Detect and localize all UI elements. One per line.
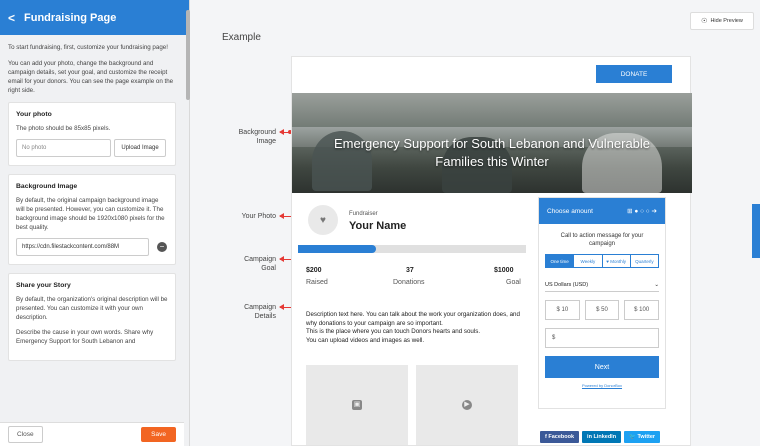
your-photo-desc: The photo should be 85x85 pixels. (16, 125, 111, 132)
goal-label: Goal (506, 279, 521, 286)
widget-header-title: Choose amount (547, 207, 593, 215)
heart-icon: ♥ (320, 214, 326, 226)
annotation-your-photo: Your Photo (241, 213, 276, 220)
custom-amount-input[interactable]: $ (545, 328, 659, 348)
frequency-selector: One time Weekly ♥ Monthly Quarterly (545, 254, 659, 268)
story-card: Share your Story By default, the organiz… (8, 273, 176, 361)
sidebar-title: Fundraising Page (24, 11, 117, 24)
main-area: ☉ Hide Preview Example Background Image … (196, 0, 760, 446)
frequency-one-time[interactable]: One time (546, 255, 575, 267)
hide-preview-button[interactable]: ☉ Hide Preview (690, 12, 754, 30)
raised-label: Raised (306, 279, 328, 286)
chevron-down-icon: ⌄ (654, 281, 659, 288)
annotation-campaign-goal: Campaign Goal (244, 256, 276, 272)
intro-detail-text: You can add your photo, change the backg… (8, 60, 174, 94)
raised-value: $200 (306, 267, 322, 274)
campaign-title-line-1: Emergency Support for South Lebanon and … (333, 136, 651, 151)
save-button[interactable]: Save (141, 427, 176, 442)
next-button[interactable]: Next (545, 356, 659, 378)
twitter-share-button[interactable]: 🐦 Twitter (624, 431, 661, 443)
background-url-row: https://cdn.filestackcontent.com/88M − (16, 238, 168, 256)
campaign-description: Description text here. You can talk abou… (306, 311, 520, 345)
sidebar-header: < Fundraising Page (0, 0, 189, 35)
page-preview: DONATE Emergency Support for South Leban… (291, 56, 692, 446)
widget-header: Choose amount ⊞ ● ○ ○ ➔ (539, 198, 665, 224)
amount-option[interactable]: $ 10 (545, 300, 580, 320)
image-icon: ▣ (352, 400, 362, 410)
donations-label: Donations (393, 279, 425, 286)
fundraiser-card: ♥ Fundraiser Your Name $200 Raised 37 Do… (298, 199, 526, 299)
currency-select[interactable]: US Dollars (USD) ⌄ (545, 278, 659, 292)
background-image-card: Background Image By default, the origina… (8, 174, 176, 265)
amount-options: $ 10 $ 50 $ 100 (545, 300, 660, 320)
social-share: f Facebook in LinkedIn 🐦 Twitter (540, 431, 661, 443)
story-title: Share your Story (16, 282, 71, 289)
image-placeholder[interactable]: ▣ (306, 365, 408, 445)
chevron-left-icon[interactable]: < (8, 11, 15, 25)
background-url-input[interactable]: https://cdn.filestackcontent.com/88M (16, 238, 149, 256)
call-to-action-text: Call to action message for your campaign (560, 233, 644, 247)
annotation-background-image: Background Image (238, 129, 276, 145)
frequency-weekly[interactable]: Weekly (574, 255, 603, 267)
donate-button[interactable]: DONATE (596, 65, 672, 83)
amount-option[interactable]: $ 100 (624, 300, 660, 320)
facebook-share-button[interactable]: f Facebook (540, 431, 580, 443)
play-icon: ▶ (462, 400, 472, 410)
hero-background-image: Emergency Support for South Lebanon and … (292, 93, 692, 193)
campaign-title: Emergency Support for South Lebanon and … (292, 135, 692, 171)
your-photo-title: Your photo (16, 111, 52, 118)
annotation-arrow (279, 129, 292, 135)
story-desc-2: Describe the cause in your own words. Sh… (16, 329, 154, 345)
minus-circle-icon[interactable]: − (157, 242, 167, 252)
sidebar-scrollbar[interactable] (186, 10, 190, 100)
hide-preview-label: Hide Preview (710, 18, 743, 24)
frequency-monthly[interactable]: ♥ Monthly (603, 255, 631, 267)
goal-progress-bar (298, 245, 526, 253)
campaign-title-line-2: Families this Winter (435, 154, 549, 169)
donation-widget: Choose amount ⊞ ● ○ ○ ➔ Call to action m… (538, 197, 666, 409)
annotation-campaign-details: Campaign Details (244, 304, 276, 320)
goal-progress-fill (298, 245, 376, 253)
step-indicator: ⊞ ● ○ ○ ➔ (627, 208, 657, 215)
fundraiser-label: Fundraiser (349, 211, 378, 217)
eye-off-icon: ☉ (701, 18, 708, 25)
upload-image-button[interactable]: Upload Image (114, 139, 166, 157)
avatar: ♥ (308, 205, 338, 235)
powered-by-link[interactable]: Powered by DonorBox (539, 383, 665, 388)
goal-value: $1000 (494, 267, 514, 274)
linkedin-share-button[interactable]: in LinkedIn (582, 431, 622, 443)
intro-text: To start fundraising, first, customize y… (8, 44, 168, 51)
currency-value: US Dollars (USD) (545, 281, 589, 288)
photo-input[interactable]: No photo (16, 139, 111, 157)
example-title: Example (222, 32, 261, 43)
story-desc: By default, the organization's original … (16, 296, 168, 321)
frequency-quarterly[interactable]: Quarterly (631, 255, 658, 267)
background-image-desc: By default, the original campaign backgr… (16, 197, 165, 231)
app-root: < Fundraising Page To start fundraising,… (0, 0, 760, 446)
video-placeholder[interactable]: ▶ (416, 365, 518, 445)
amount-option[interactable]: $ 50 (584, 300, 620, 320)
donations-value: 37 (406, 267, 414, 274)
description-paragraph: This is the place where you can touch Do… (306, 328, 481, 335)
background-image-title: Background Image (16, 183, 78, 190)
fundraiser-name: Your Name (349, 220, 407, 232)
close-button[interactable]: Close (8, 426, 43, 443)
photo-upload-row: No photo Upload Image (16, 139, 168, 157)
your-photo-card: Your photo The photo should be 85x85 pix… (8, 102, 176, 166)
feedback-tab[interactable] (752, 204, 760, 258)
sidebar: < Fundraising Page To start fundraising,… (0, 0, 190, 446)
sidebar-content[interactable]: To start fundraising, first, customize y… (0, 35, 184, 422)
description-paragraph: Description text here. You can talk abou… (306, 311, 520, 327)
sidebar-footer: Close Save (0, 422, 184, 446)
description-paragraph: You can upload videos and images as well… (306, 336, 425, 344)
